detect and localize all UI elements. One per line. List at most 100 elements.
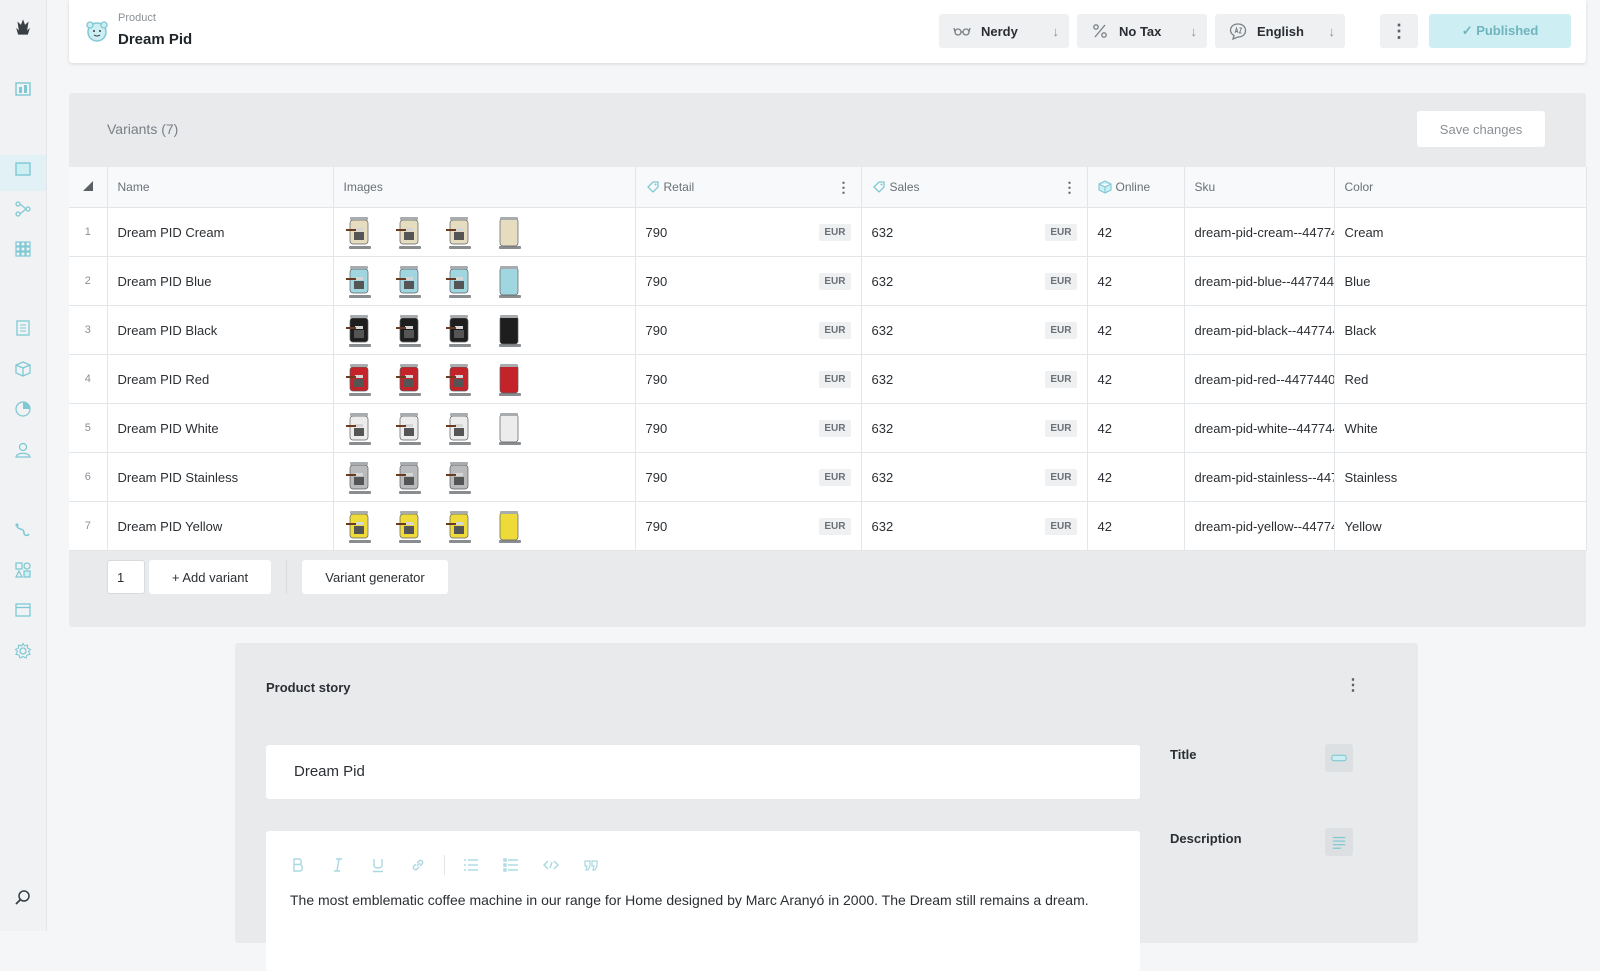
color-cell[interactable]: Black bbox=[1334, 305, 1587, 355]
analytics-icon[interactable] bbox=[13, 399, 33, 419]
table-row[interactable]: 4 Dream PID Red 790 EUR 632 EUR 42 dream-pid-re… bbox=[69, 354, 1587, 404]
search-icon[interactable] bbox=[13, 888, 33, 908]
underline-icon[interactable] bbox=[370, 857, 386, 873]
variant-generator-button[interactable]: Variant generator bbox=[302, 560, 448, 594]
variant-images-cell[interactable] bbox=[333, 305, 636, 355]
column-header-retail[interactable]: Retail ⋮ bbox=[635, 167, 862, 208]
variant-name-cell[interactable]: Dream PID White bbox=[107, 403, 334, 453]
add-variant-button[interactable]: + Add variant bbox=[149, 560, 271, 594]
structure-icon[interactable] bbox=[13, 199, 33, 219]
theme-dropdown[interactable]: Nerdy ↓ bbox=[939, 14, 1069, 48]
variant-images-cell[interactable] bbox=[333, 207, 636, 257]
product-image-thumbnail[interactable] bbox=[344, 214, 374, 250]
online-stock-cell[interactable]: 42 bbox=[1087, 256, 1185, 306]
product-image-thumbnail[interactable] bbox=[494, 361, 524, 397]
product-image-thumbnail[interactable] bbox=[444, 263, 474, 299]
story-menu-icon[interactable]: ⋮ bbox=[1345, 675, 1361, 695]
bulleted-list-icon[interactable] bbox=[463, 857, 479, 873]
online-stock-cell[interactable]: 42 bbox=[1087, 305, 1185, 355]
window-icon[interactable] bbox=[13, 600, 33, 620]
sales-price-cell[interactable]: 632 EUR bbox=[861, 256, 1088, 306]
products-icon[interactable] bbox=[13, 159, 33, 179]
online-stock-cell[interactable]: 42 bbox=[1087, 452, 1185, 502]
product-image-thumbnail[interactable] bbox=[394, 263, 424, 299]
save-changes-button[interactable]: Save changes bbox=[1417, 111, 1545, 147]
retail-price-cell[interactable]: 790 EUR bbox=[635, 256, 862, 306]
retail-price-cell[interactable]: 790 EUR bbox=[635, 403, 862, 453]
italic-icon[interactable] bbox=[330, 857, 346, 873]
published-status-button[interactable]: ✓ Published bbox=[1429, 14, 1571, 48]
product-image-thumbnail[interactable] bbox=[494, 312, 524, 348]
column-menu-icon[interactable]: ⋮ bbox=[1063, 179, 1077, 196]
sales-price-cell[interactable]: 632 EUR bbox=[861, 403, 1088, 453]
product-image-thumbnail[interactable] bbox=[494, 214, 524, 250]
variant-name-cell[interactable]: Dream PID Blue bbox=[107, 256, 334, 306]
select-all-toggle[interactable] bbox=[69, 167, 108, 208]
quote-icon[interactable] bbox=[583, 857, 599, 873]
variant-name-cell[interactable]: Dream PID Stainless bbox=[107, 452, 334, 502]
retail-price-cell[interactable]: 790 EUR bbox=[635, 452, 862, 502]
variant-images-cell[interactable] bbox=[333, 256, 636, 306]
product-image-thumbnail[interactable] bbox=[394, 508, 424, 544]
description-field-type-icon[interactable] bbox=[1325, 828, 1353, 856]
online-stock-cell[interactable]: 42 bbox=[1087, 501, 1185, 551]
variant-images-cell[interactable] bbox=[333, 354, 636, 404]
column-header-sales[interactable]: Sales ⋮ bbox=[861, 167, 1088, 208]
language-dropdown[interactable]: English ↓ bbox=[1215, 14, 1345, 48]
color-cell[interactable]: Blue bbox=[1334, 256, 1587, 306]
grid-icon[interactable] bbox=[13, 239, 33, 259]
online-stock-cell[interactable]: 42 bbox=[1087, 354, 1185, 404]
sku-cell[interactable]: dream-pid-blue--44774402 bbox=[1184, 256, 1335, 306]
retail-price-cell[interactable]: 790 EUR bbox=[635, 207, 862, 257]
sales-price-cell[interactable]: 632 EUR bbox=[861, 452, 1088, 502]
title-field-type-icon[interactable] bbox=[1325, 744, 1353, 772]
table-row[interactable]: 2 Dream PID Blue 790 EUR 632 EUR 42 dream-pid-b… bbox=[69, 256, 1587, 306]
column-header-name[interactable]: Name bbox=[107, 167, 334, 208]
variant-name-cell[interactable]: Dream PID Black bbox=[107, 305, 334, 355]
variant-images-cell[interactable] bbox=[333, 452, 636, 502]
online-stock-cell[interactable]: 42 bbox=[1087, 403, 1185, 453]
box-icon[interactable] bbox=[13, 359, 33, 379]
sales-price-cell[interactable]: 632 EUR bbox=[861, 501, 1088, 551]
variant-quantity-input[interactable] bbox=[107, 560, 145, 594]
color-cell[interactable]: Stainless bbox=[1334, 452, 1587, 502]
bold-icon[interactable] bbox=[290, 857, 306, 873]
orders-icon[interactable] bbox=[13, 318, 33, 338]
retail-price-cell[interactable]: 790 EUR bbox=[635, 501, 862, 551]
color-cell[interactable]: White bbox=[1334, 403, 1587, 453]
shapes-icon[interactable] bbox=[13, 560, 33, 580]
column-menu-icon[interactable]: ⋮ bbox=[837, 179, 851, 196]
column-header-images[interactable]: Images bbox=[333, 167, 636, 208]
settings-icon[interactable] bbox=[13, 641, 33, 661]
color-cell[interactable]: Red bbox=[1334, 354, 1587, 404]
customers-icon[interactable] bbox=[13, 440, 33, 460]
logo-icon[interactable] bbox=[11, 14, 35, 40]
product-image-thumbnail[interactable] bbox=[344, 312, 374, 348]
product-image-thumbnail[interactable] bbox=[344, 459, 374, 495]
product-image-thumbnail[interactable] bbox=[344, 508, 374, 544]
sku-cell[interactable]: dream-pid-red--447744028 bbox=[1184, 354, 1335, 404]
product-image-thumbnail[interactable] bbox=[494, 508, 524, 544]
column-header-color[interactable]: Color bbox=[1334, 167, 1587, 208]
product-image-thumbnail[interactable] bbox=[444, 312, 474, 348]
variant-name-cell[interactable]: Dream PID Cream bbox=[107, 207, 334, 257]
variant-name-cell[interactable]: Dream PID Yellow bbox=[107, 501, 334, 551]
sku-cell[interactable]: dream-pid-white--4477440 bbox=[1184, 403, 1335, 453]
sku-cell[interactable]: dream-pid-cream--4477440 bbox=[1184, 207, 1335, 257]
sku-cell[interactable]: dream-pid-yellow--447744 bbox=[1184, 501, 1335, 551]
numbered-list-icon[interactable] bbox=[503, 857, 519, 873]
sku-cell[interactable]: dream-pid-black--4477440 bbox=[1184, 305, 1335, 355]
product-image-thumbnail[interactable] bbox=[394, 361, 424, 397]
product-image-thumbnail[interactable] bbox=[344, 410, 374, 446]
integrations-icon[interactable] bbox=[13, 520, 33, 540]
description-editor[interactable]: The most emblematic coffee machine in ou… bbox=[266, 831, 1140, 971]
sales-price-cell[interactable]: 632 EUR bbox=[861, 305, 1088, 355]
online-stock-cell[interactable]: 42 bbox=[1087, 207, 1185, 257]
product-image-thumbnail[interactable] bbox=[494, 410, 524, 446]
table-row[interactable]: 5 Dream PID White 790 EUR 632 EUR 42 dream-pid-… bbox=[69, 403, 1587, 453]
table-row[interactable]: 6 Dream PID Stainless 790 EUR 632 EUR 42 dream-… bbox=[69, 452, 1587, 502]
tax-dropdown[interactable]: No Tax ↓ bbox=[1077, 14, 1207, 48]
table-row[interactable]: 7 Dream PID Yellow 790 EUR 632 EUR 42 dream-pid… bbox=[69, 501, 1587, 551]
story-title-field[interactable]: Dream Pid bbox=[266, 745, 1140, 799]
color-cell[interactable]: Yellow bbox=[1334, 501, 1587, 551]
